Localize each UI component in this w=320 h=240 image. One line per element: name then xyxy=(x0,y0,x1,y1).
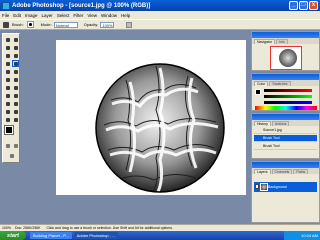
tab-layers[interactable]: Layers xyxy=(254,169,271,174)
menu-view[interactable]: View xyxy=(87,13,97,18)
green-slider[interactable] xyxy=(264,95,312,98)
tab-actions[interactable]: Actions xyxy=(271,121,290,126)
tab-channels[interactable]: Channels xyxy=(271,169,293,174)
hand-tool-icon[interactable] xyxy=(4,116,11,123)
layers-palette: Layers Channels Paths Background xyxy=(251,161,320,223)
tab-swatches[interactable]: Swatches xyxy=(269,81,291,86)
menu-select[interactable]: Select xyxy=(57,13,70,18)
eraser-tool-icon[interactable] xyxy=(4,76,11,83)
tab-info[interactable]: Info xyxy=(275,39,288,44)
menu-filter[interactable]: Filter xyxy=(73,13,83,18)
airbrush-toggle-icon[interactable] xyxy=(126,21,133,28)
palette-titlebar[interactable] xyxy=(252,32,319,38)
blur-tool-icon[interactable] xyxy=(4,84,11,91)
menu-bar: File Edit Image Layer Select Filter View… xyxy=(0,11,320,19)
shape-tool-icon[interactable] xyxy=(12,100,19,107)
layer-thumbnail xyxy=(260,183,268,191)
mode-select[interactable]: Normal xyxy=(53,21,78,28)
taskbar-item-photoshop[interactable]: Adobe Photoshop - ... xyxy=(73,232,119,239)
move-tool-icon[interactable] xyxy=(12,36,19,43)
history-brush-tool-icon[interactable] xyxy=(12,68,19,75)
menu-layer[interactable]: Layer xyxy=(42,13,53,18)
dodge-tool-icon[interactable] xyxy=(12,84,19,91)
maximize-button[interactable]: □ xyxy=(299,1,308,10)
status-hint: Click and drag to use a brush or selecti… xyxy=(46,226,173,230)
history-item[interactable]: Source1.jpg xyxy=(254,127,317,134)
notes-tool-icon[interactable] xyxy=(4,108,11,115)
navigator-preview[interactable] xyxy=(270,46,302,70)
title-bar: Adobe Photoshop - [source1.jpg @ 100% (R… xyxy=(0,0,320,11)
close-button[interactable]: x xyxy=(309,1,318,10)
zoom-level[interactable]: 100% xyxy=(2,226,11,230)
color-foreground-swatch[interactable] xyxy=(255,89,261,95)
screen-mode-icon[interactable] xyxy=(8,152,15,159)
red-slider[interactable] xyxy=(264,89,312,92)
photoshop-app-icon xyxy=(2,1,10,10)
palette-titlebar[interactable] xyxy=(252,114,319,120)
magic-wand-tool-icon[interactable] xyxy=(12,44,19,51)
doc-size: Doc: 256K/256K xyxy=(14,226,41,230)
brush-tool-icon[interactable] xyxy=(3,21,9,28)
document-canvas[interactable] xyxy=(56,40,246,195)
foreground-color-swatch[interactable] xyxy=(4,125,14,135)
opacity-label: Opacity: xyxy=(83,22,99,27)
brush-tool-active-icon[interactable] xyxy=(12,60,19,67)
menu-window[interactable]: Window xyxy=(101,13,117,18)
palette-dock: Navigator Info Color Swatches History Ac… xyxy=(251,31,320,223)
menu-file[interactable]: File xyxy=(2,13,9,18)
history-item[interactable]: Brush Tool xyxy=(254,143,317,150)
color-palette: Color Swatches xyxy=(251,73,320,111)
clone-stamp-tool-icon[interactable] xyxy=(4,68,11,75)
standard-mode-icon[interactable] xyxy=(4,142,11,149)
healing-brush-tool-icon[interactable] xyxy=(4,60,11,67)
path-selection-tool-icon[interactable] xyxy=(4,92,11,99)
marquee-tool-icon[interactable] xyxy=(4,36,11,43)
palette-titlebar[interactable] xyxy=(252,162,319,168)
menu-edit[interactable]: Edit xyxy=(13,13,21,18)
brush-preset-picker[interactable] xyxy=(26,21,34,28)
history-item[interactable]: Brush Tool xyxy=(254,135,317,142)
start-button[interactable]: start xyxy=(0,231,26,240)
pen-tool-icon[interactable] xyxy=(4,100,11,107)
minimize-button[interactable]: _ xyxy=(289,1,298,10)
taskbar: start Building Planet - P... Adobe Photo… xyxy=(0,231,320,240)
menu-help[interactable]: Help xyxy=(121,13,130,18)
toolbox xyxy=(2,33,20,163)
tab-navigator[interactable]: Navigator xyxy=(254,39,275,44)
navigator-thumbnail xyxy=(279,49,297,67)
history-palette: History Actions Source1.jpg Brush Tool B… xyxy=(251,113,320,159)
options-bar: Brush: Mode: Normal Opacity: 100% xyxy=(0,19,320,30)
taskbar-item-browser[interactable]: Building Planet - P... xyxy=(30,232,72,239)
tab-history[interactable]: History xyxy=(254,121,271,126)
type-tool-icon[interactable] xyxy=(12,92,19,99)
eyedropper-tool-icon[interactable] xyxy=(12,108,19,115)
navigator-palette: Navigator Info xyxy=(251,31,320,71)
palette-titlebar[interactable] xyxy=(252,74,319,80)
mode-label: Mode: xyxy=(40,22,52,27)
gradient-tool-icon[interactable] xyxy=(12,76,19,83)
slice-tool-icon[interactable] xyxy=(12,52,19,59)
opacity-field[interactable]: 100% xyxy=(100,21,115,28)
lasso-tool-icon[interactable] xyxy=(4,44,11,51)
menu-image[interactable]: Image xyxy=(25,13,38,18)
brush-label: Brush: xyxy=(12,22,24,27)
blue-slider[interactable] xyxy=(264,101,312,104)
crop-tool-icon[interactable] xyxy=(4,52,11,59)
clock: 10:04 AM xyxy=(284,231,320,240)
zoom-tool-icon[interactable] xyxy=(12,116,19,123)
tab-color[interactable]: Color xyxy=(254,81,269,86)
window-title: Adobe Photoshop - [source1.jpg @ 100% (R… xyxy=(12,2,151,9)
tab-paths[interactable]: Paths xyxy=(293,169,309,174)
eye-icon[interactable] xyxy=(255,184,259,189)
color-ramp[interactable] xyxy=(255,106,317,110)
quick-mask-mode-icon[interactable] xyxy=(12,142,19,149)
planet-texture-image xyxy=(95,63,225,193)
status-bar: 100% Doc: 256K/256K Click and drag to us… xyxy=(0,224,320,231)
